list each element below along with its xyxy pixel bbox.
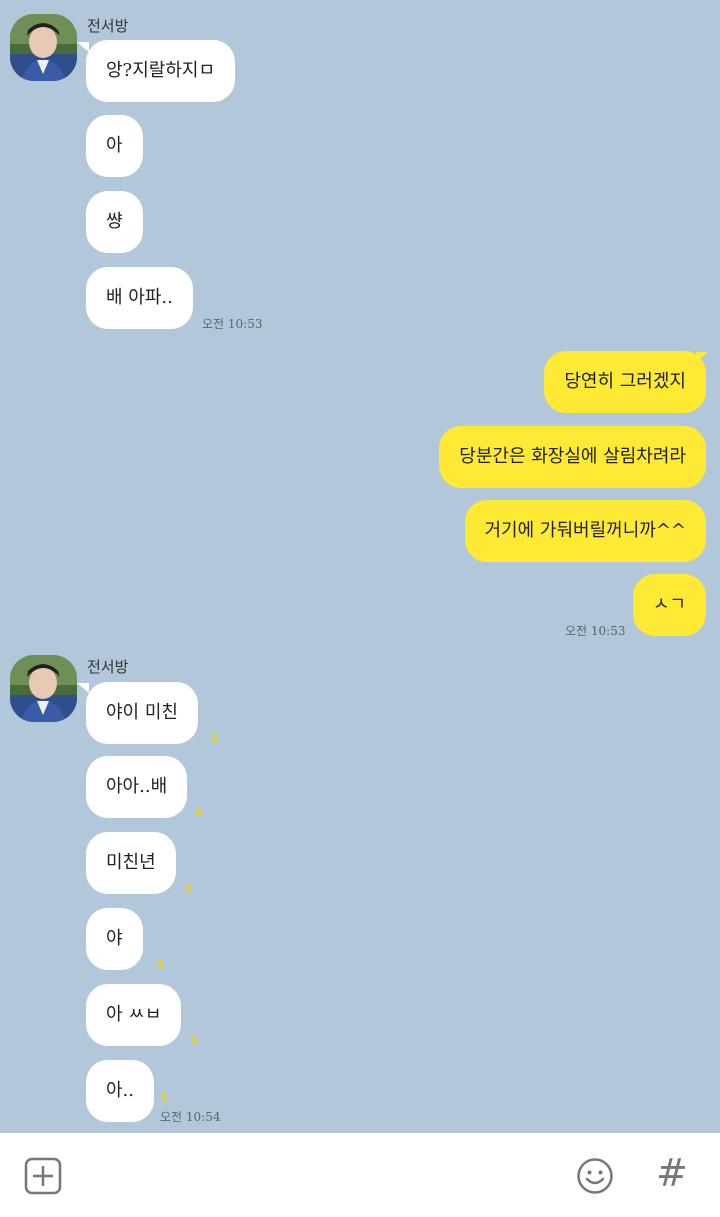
sender-name: 전서방: [87, 17, 129, 35]
my-message-bubble[interactable]: 거기에 가둬버릴꺼니까^^: [464, 500, 706, 562]
sender-name: 전서방: [87, 658, 129, 676]
unread-count: 1: [185, 881, 193, 894]
message-bubble[interactable]: 아 ㅆㅂ: [86, 984, 182, 1046]
profile-avatar[interactable]: [10, 14, 77, 81]
input-bar: #: [0, 1133, 720, 1217]
message-bubble[interactable]: 아..: [86, 1060, 155, 1122]
message-bubble[interactable]: 야이 미친: [86, 682, 198, 744]
bubble-tail: [77, 42, 89, 52]
plus-box-icon[interactable]: [24, 1157, 62, 1195]
bubble-tail: [77, 683, 89, 693]
message-time: 오전 10:53: [565, 624, 626, 638]
unread-count: 1: [160, 1092, 168, 1105]
my-message-bubble[interactable]: 당연히 그러겠지: [544, 351, 706, 413]
message-bubble[interactable]: 아: [86, 115, 143, 177]
message-bubble[interactable]: 아아..배: [86, 756, 188, 818]
smiley-icon[interactable]: [576, 1157, 614, 1195]
unread-count: 1: [210, 731, 218, 744]
message-bubble[interactable]: 앙?지랄하지ㅁ: [86, 40, 236, 102]
unread-count: 1: [195, 805, 203, 818]
profile-avatar[interactable]: [10, 655, 77, 722]
message-input[interactable]: [80, 1155, 560, 1195]
message-bubble[interactable]: 배 아파..: [86, 267, 193, 329]
message-bubble[interactable]: 미친년: [86, 832, 176, 894]
message-bubble[interactable]: 썅: [86, 191, 143, 253]
unread-count: 1: [191, 1033, 199, 1046]
message-time: 오전 10:53: [202, 317, 263, 331]
message-bubble[interactable]: 야: [86, 908, 143, 970]
message-time: 오전 10:54: [160, 1110, 221, 1124]
unread-count: 1: [156, 957, 164, 970]
my-message-bubble[interactable]: 당분간은 화장실에 살림차려라: [439, 426, 706, 488]
hashtag-search-button[interactable]: #: [656, 1153, 688, 1193]
my-message-bubble[interactable]: ㅅㄱ: [632, 574, 706, 636]
chat-area[interactable]: 전서방 앙?지랄하지ㅁ 아 썅 배 아파.. 오전 10:53 당연히 그러겠지…: [0, 0, 720, 1133]
